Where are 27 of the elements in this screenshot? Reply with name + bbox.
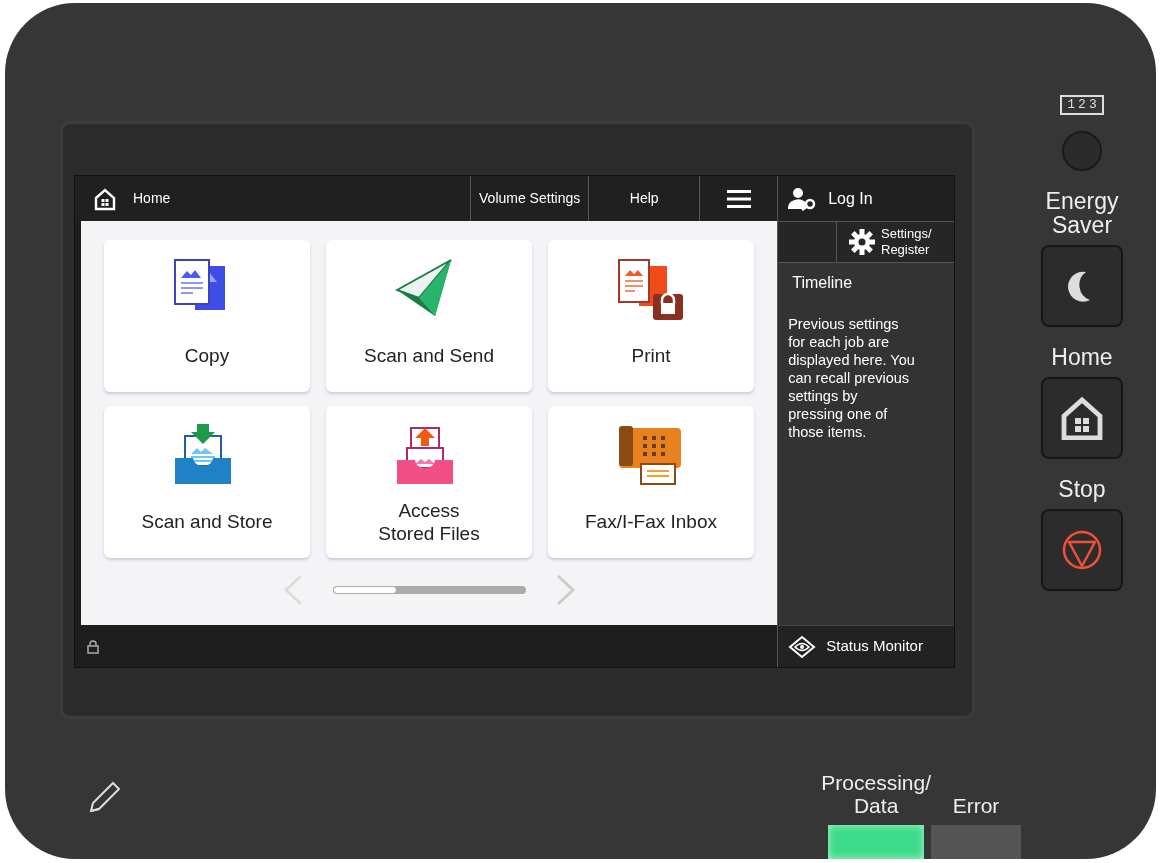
home-label: Home (133, 189, 171, 208)
counter-label: 123 (1060, 95, 1104, 115)
status-monitor-button[interactable]: Status Monitor (778, 625, 954, 667)
app-tile[interactable]: Fax/I-Fax Inbox (548, 406, 754, 558)
app-tile[interactable]: Print (548, 240, 754, 392)
key-label: Stop (1058, 477, 1106, 501)
app-tile[interactable]: Copy (104, 240, 310, 392)
stop-icon (1062, 530, 1102, 570)
lamp-label: Error (952, 794, 1000, 817)
key-label: Energy Saver (1045, 189, 1119, 237)
eye-icon (788, 634, 817, 659)
energy-key[interactable] (1041, 245, 1123, 327)
app-tile[interactable]: Scan and Store (104, 406, 310, 558)
lamp-label: Processing/ Data (821, 771, 931, 817)
menu-icon (726, 189, 751, 208)
home-icon[interactable] (93, 186, 117, 211)
print-lock-icon (617, 258, 685, 320)
home-key[interactable] (1041, 377, 1123, 459)
timeline-title: Timeline (791, 273, 854, 293)
key-label: Home (1051, 345, 1113, 369)
lock-icon (87, 638, 99, 654)
home-icon (1060, 396, 1104, 440)
stop-key[interactable] (1041, 509, 1123, 591)
settings-icon (849, 229, 875, 255)
app-tile[interactable]: Scan and Send (326, 240, 532, 392)
timeline-message: Previous settings for each job are displayed here. You can recall previous settings by pressing one of those items. (788, 315, 916, 441)
app-tile[interactable]: Access Stored Files (326, 406, 532, 558)
